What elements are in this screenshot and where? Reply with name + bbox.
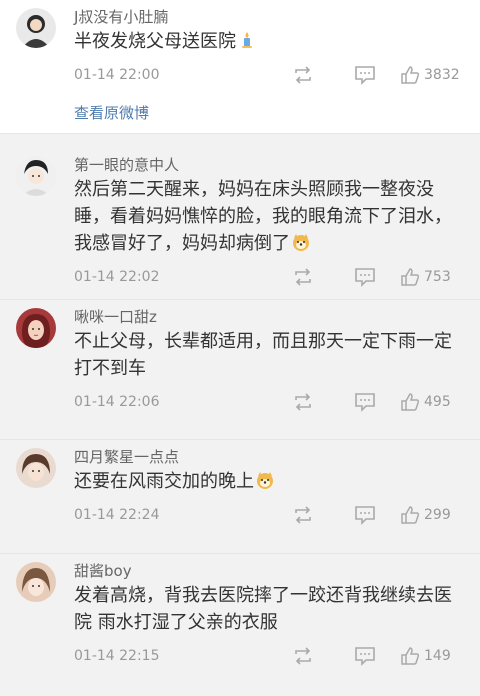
comment-actions: 299 [292, 495, 468, 535]
username[interactable]: 第一眼的意中人 [74, 154, 468, 176]
comment-icon [355, 66, 375, 85]
repost-button[interactable] [292, 393, 354, 411]
comment-feed: J叔没有小肚腩 半夜发烧父母送医院 01-14 22:00 3832 查看原微博 [0, 0, 480, 696]
username[interactable]: J叔没有小肚腩 [74, 6, 468, 28]
comment-item: 甜酱boy 发着高烧，背我去医院摔了一跤还背我继续去医院 雨水打湿了父亲的衣服 … [0, 554, 480, 696]
comment-text: 发着高烧，背我去医院摔了一跤还背我继续去医院 雨水打湿了父亲的衣服 [74, 585, 452, 633]
username[interactable]: 四月繁星一点点 [74, 446, 468, 468]
comment-button[interactable] [354, 65, 400, 85]
comment-actions: 3832 [292, 55, 468, 95]
repost-icon [295, 66, 311, 84]
comment-item: 四月繁星一点点 还要在风雨交加的晚上 01-14 22:24 299 [0, 440, 480, 554]
comment-button[interactable] [354, 392, 400, 412]
like-button[interactable]: 753 [400, 257, 468, 297]
comment-meta: 01-14 22:02 753 [74, 257, 468, 297]
avatar[interactable] [16, 308, 56, 348]
like-count: 3832 [424, 67, 460, 83]
username[interactable]: 啾咪一口甜z [74, 306, 468, 328]
like-button[interactable]: 299 [400, 495, 468, 535]
candle-emoji-icon [238, 31, 256, 49]
repost-icon [295, 393, 311, 411]
comment-item: J叔没有小肚腩 半夜发烧父母送医院 01-14 22:00 3832 查看原微博 [0, 0, 480, 134]
timestamp: 01-14 22:06 [74, 394, 160, 410]
avatar[interactable] [16, 448, 56, 488]
avatar[interactable] [16, 156, 56, 196]
comment-actions: 495 [292, 382, 468, 422]
comment-meta: 01-14 22:00 3832 [74, 55, 468, 95]
repost-button[interactable] [292, 268, 354, 286]
comment-button[interactable] [354, 267, 400, 287]
doge-emoji-icon [292, 233, 310, 251]
timestamp: 01-14 22:02 [74, 269, 160, 285]
repost-button[interactable] [292, 506, 354, 524]
comment-icon [355, 393, 375, 412]
comment-text: 然后第二天醒来，妈妈在床头照顾我一整夜没睡，看着妈妈憔悴的脸，我的眼角流下了泪水… [74, 179, 452, 254]
comment-icon [355, 647, 375, 666]
like-button[interactable]: 3832 [400, 55, 468, 95]
comment-item: 啾咪一口甜z 不止父母，长辈都适用，而且那天一定下雨一定打不到车 01-14 2… [0, 300, 480, 440]
like-button[interactable]: 495 [400, 382, 468, 422]
avatar[interactable] [16, 8, 56, 48]
like-count: 753 [424, 269, 451, 285]
comment-actions: 149 [292, 636, 468, 676]
like-count: 299 [424, 507, 451, 523]
repost-button[interactable] [292, 66, 354, 84]
username[interactable]: 甜酱boy [74, 560, 468, 582]
comment-button[interactable] [354, 646, 400, 666]
comment-meta: 01-14 22:15 149 [74, 636, 468, 676]
repost-button[interactable] [292, 647, 354, 665]
comment-button[interactable] [354, 505, 400, 525]
comment-meta: 01-14 22:24 299 [74, 495, 468, 535]
doge-emoji-icon [256, 471, 274, 489]
comment-meta: 01-14 22:06 495 [74, 382, 468, 422]
timestamp: 01-14 22:00 [74, 67, 160, 83]
thumbs-up-icon [401, 393, 420, 411]
like-count: 495 [424, 394, 451, 410]
view-original-weibo-link[interactable]: 查看原微博 [74, 95, 468, 139]
comment-actions: 753 [292, 257, 468, 297]
avatar[interactable] [16, 562, 56, 602]
comment-text: 还要在风雨交加的晚上 [74, 468, 468, 495]
repost-icon [295, 647, 311, 665]
comment-icon [355, 268, 375, 287]
comment-text: 半夜发烧父母送医院 [74, 28, 468, 55]
thumbs-up-icon [401, 268, 420, 286]
like-button[interactable]: 149 [400, 636, 468, 676]
comment-item: 第一眼的意中人 然后第二天醒来，妈妈在床头照顾我一整夜没睡，看着妈妈憔悴的脸，我… [0, 148, 480, 300]
comment-icon [355, 506, 375, 525]
timestamp: 01-14 22:24 [74, 507, 160, 523]
repost-icon [295, 506, 311, 524]
timestamp: 01-14 22:15 [74, 648, 160, 664]
thumbs-up-icon [401, 66, 420, 84]
like-count: 149 [424, 648, 451, 664]
thumbs-up-icon [401, 506, 420, 524]
repost-icon [295, 268, 311, 286]
thumbs-up-icon [401, 647, 420, 665]
comment-text: 不止父母，长辈都适用，而且那天一定下雨一定打不到车 [74, 331, 452, 379]
